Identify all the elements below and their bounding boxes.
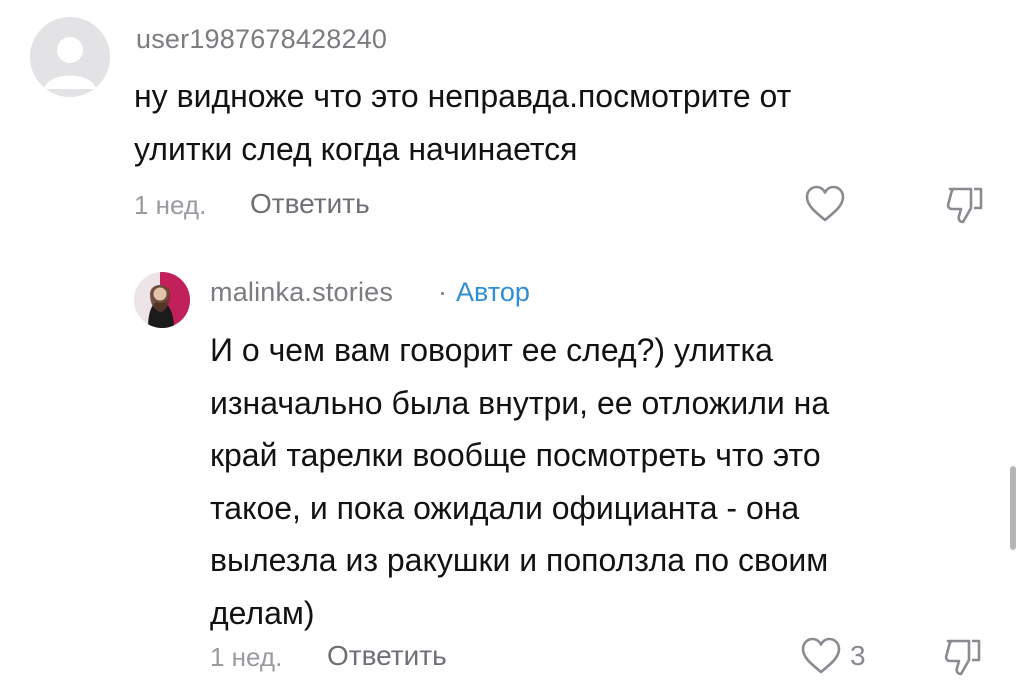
- reply-text-line: вылезла из ракушки и поползла по своим: [210, 542, 829, 578]
- thumbs-down-outline-icon: [944, 639, 981, 676]
- scrollbar[interactable]: [1010, 466, 1016, 550]
- heart-outline-icon: [801, 637, 841, 674]
- thumbs-down-outline-icon: [946, 187, 983, 224]
- reply-text-line: край тарелки вообще посмотреть что это: [210, 437, 821, 473]
- heart-outline-icon: [805, 185, 845, 222]
- comment-text-line: улитки след когда начинается: [134, 130, 578, 167]
- reply-text-line: такое, и пока ожидали официанта - она: [210, 489, 800, 526]
- reply-reply-button[interactable]: Ответить: [327, 640, 447, 672]
- dislike-button[interactable]: [944, 184, 988, 233]
- reply-text: И о чем вам говорит ее след?) улитка изн…: [210, 324, 829, 639]
- author-badge: Автор: [456, 277, 530, 307]
- reply-like-count: 3: [850, 640, 866, 671]
- comment-text-line: ну видноже что это неправда.посмотрите о…: [134, 78, 792, 114]
- reply-timestamp: 1 нед.: [210, 642, 283, 672]
- separator-dot: ·: [438, 277, 447, 307]
- reply-text-line: изначально была внутри, ее отложили на: [210, 384, 830, 421]
- comments-panel: user1987678428240 ну видноже что это неп…: [0, 0, 1024, 688]
- avatar-default[interactable]: [30, 17, 110, 97]
- avatar-photo[interactable]: [134, 272, 190, 328]
- reply-button[interactable]: Ответить: [250, 188, 370, 220]
- reply-text-line: И о чем вам говорит ее след?) улитка: [210, 332, 773, 368]
- reply-like-button[interactable]: [800, 636, 842, 681]
- reply-dislike-button[interactable]: [942, 636, 986, 685]
- reply-username[interactable]: malinka.stories: [210, 277, 393, 308]
- profile-photo-icon: [134, 272, 190, 328]
- reply-text-line: делам): [210, 594, 315, 631]
- comment-timestamp: 1 нед.: [134, 190, 207, 220]
- like-button[interactable]: [804, 184, 846, 229]
- default-avatar-icon: [30, 17, 110, 97]
- comment-text: ну видноже что это неправда.посмотрите о…: [134, 70, 791, 175]
- comment-username[interactable]: user1987678428240: [136, 24, 387, 55]
